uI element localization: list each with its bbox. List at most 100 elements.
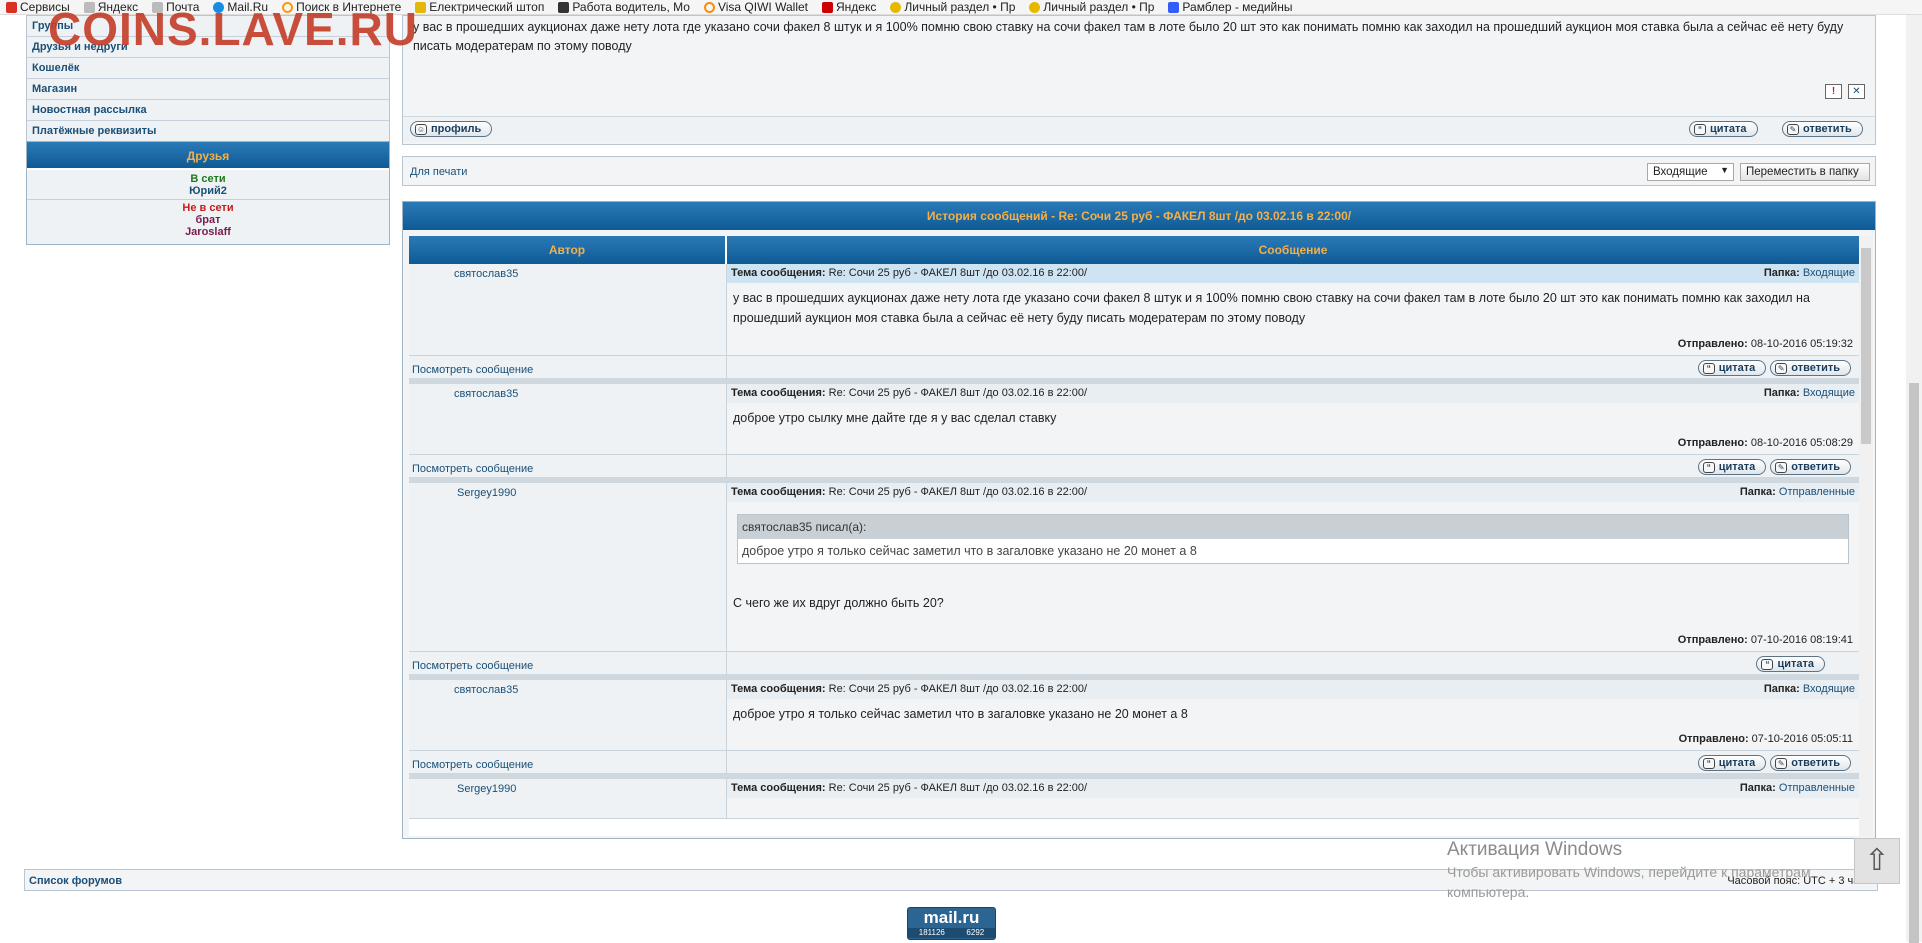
delete-icon[interactable]: ✕ bbox=[1848, 84, 1865, 99]
quote-button[interactable]: “цитата bbox=[1697, 360, 1767, 376]
windows-activation-notice: Активация Windows Чтобы активировать Win… bbox=[1447, 839, 1811, 900]
reply-button[interactable]: ✎ ответить bbox=[1770, 755, 1851, 771]
bookmark-personal-1[interactable]: Личный раздел • Пр bbox=[884, 0, 1023, 14]
history-footer-row: Посмотреть сообщение “цитата ✎ ответить bbox=[409, 455, 1859, 483]
bookmark-rambler[interactable]: Рамблер - медийны bbox=[1162, 0, 1300, 14]
message-text: у вас в прошедших аукционах даже нету ло… bbox=[733, 291, 1810, 325]
rambler-icon bbox=[1168, 1, 1180, 13]
sent-date: 08-10-2016 05:08:29 bbox=[1750, 437, 1853, 449]
message-text: доброе утро я только сейчас заметил что … bbox=[733, 707, 1188, 721]
column-author: Автор bbox=[409, 236, 727, 264]
bookmark-personal-2[interactable]: Личный раздел • Пр bbox=[1023, 0, 1162, 14]
view-message-link[interactable]: Посмотреть сообщение bbox=[409, 356, 727, 378]
arrow-up-icon: ⇧ bbox=[1864, 844, 1890, 877]
quote-button[interactable]: “цитата bbox=[1689, 121, 1758, 137]
apps-grid-icon bbox=[6, 1, 17, 13]
quote-author: святослав35 писал(а): bbox=[738, 515, 1848, 539]
message-subject: Re: Сочи 25 руб - ФАКЕЛ 8шт /до 03.02.16… bbox=[828, 782, 1088, 794]
history-row: Sergey1990 Тема сообщения: Re: Сочи 25 р… bbox=[409, 779, 1859, 819]
profile-button[interactable]: ☺ профиль bbox=[410, 121, 493, 137]
quote-icon: “ bbox=[1702, 757, 1715, 769]
quote-button[interactable]: “цитата bbox=[1697, 755, 1767, 771]
folder-link[interactable]: Отправленные bbox=[1779, 782, 1855, 794]
sent-date: 07-10-2016 08:19:41 bbox=[1750, 634, 1853, 646]
friend-offline[interactable]: брат bbox=[27, 214, 389, 226]
history-title: История сообщений - Re: Сочи 25 руб - ФА… bbox=[403, 202, 1875, 230]
forum-list-link[interactable]: Список форумов bbox=[29, 875, 122, 887]
view-message-link[interactable]: Посмотреть сообщение bbox=[409, 751, 727, 773]
menu-item-payment-details[interactable]: Платёжные реквизиты bbox=[27, 121, 389, 142]
friends-title: Друзья bbox=[27, 142, 389, 170]
reply-button[interactable]: ✎ ответить bbox=[1770, 459, 1851, 475]
history-scrollbar[interactable] bbox=[1859, 236, 1873, 836]
folder-link[interactable]: Отправленные bbox=[1779, 486, 1855, 498]
chevron-down-icon: ▼ bbox=[1720, 165, 1729, 175]
reply-button[interactable]: ✎ ответить bbox=[1770, 360, 1851, 376]
folder-link[interactable]: Входящие bbox=[1803, 683, 1855, 695]
bookmark-job[interactable]: Работа водитель, Мо bbox=[552, 0, 698, 14]
message-subject: Re: Сочи 25 руб - ФАКЕЛ 8шт /до 03.02.16… bbox=[828, 486, 1088, 498]
quote-icon: “ bbox=[1702, 362, 1715, 374]
offline-label: Не в сети bbox=[182, 202, 234, 214]
watermark: COINS.LAVE.RU bbox=[48, 3, 418, 55]
quote-button[interactable]: “цитата bbox=[1697, 459, 1767, 475]
online-label: В сети bbox=[190, 173, 226, 185]
history-footer-row: Посмотреть сообщение “цитата ✎ ответить bbox=[409, 356, 1859, 384]
history-row: святослав35 Тема сообщения: Re: Сочи 25 … bbox=[409, 384, 1859, 455]
bookmark-yandex-2[interactable]: Яндекс bbox=[816, 0, 884, 14]
bookmark-qiwi[interactable]: Visa QIWI Wallet bbox=[698, 0, 816, 14]
folder-link[interactable]: Входящие bbox=[1803, 387, 1855, 399]
mailru-counter[interactable]: mail.ru 181126 6292 bbox=[907, 907, 996, 940]
folder-select[interactable]: Входящие ▼ bbox=[1647, 163, 1734, 181]
reply-icon: ✎ bbox=[1787, 123, 1799, 135]
message-view: у вас в прошедших аукционах даже нету ло… bbox=[402, 15, 1876, 145]
view-message-link[interactable]: Посмотреть сообщение bbox=[409, 455, 727, 477]
author-name[interactable]: Sergey1990 bbox=[409, 779, 727, 818]
history-scroll-area[interactable]: Автор Сообщение святослав35 Тема сообщен… bbox=[409, 236, 1859, 836]
message-subject: Re: Сочи 25 руб - ФАКЕЛ 8шт /до 03.02.16… bbox=[828, 387, 1088, 399]
history-footer-row: Посмотреть сообщение “цитата bbox=[409, 652, 1859, 680]
reply-button[interactable]: ✎ ответить bbox=[1782, 121, 1863, 137]
page-scrollbar-thumb[interactable] bbox=[1909, 383, 1919, 943]
report-icon[interactable]: ! bbox=[1825, 84, 1842, 99]
page-scrollbar[interactable] bbox=[1906, 15, 1922, 943]
friend-offline[interactable]: Jaroslaff bbox=[27, 226, 389, 242]
friends-panel: Друзья В сети Юрий2 Не в сети брат Jaros… bbox=[26, 141, 390, 245]
qiwi-icon bbox=[703, 1, 715, 13]
print-toolbar: Для печати Входящие ▼ Переместить в папку bbox=[402, 156, 1876, 186]
menu-item-newsletter[interactable]: Новостная рассылка bbox=[27, 100, 389, 121]
sent-date: 07-10-2016 05:05:11 bbox=[1751, 733, 1853, 745]
counter-brand: mail.ru bbox=[923, 908, 980, 927]
message-text: С чего же их вдруг должно быть 20? bbox=[733, 596, 944, 610]
menu-item-wallet[interactable]: Кошелёк bbox=[27, 58, 389, 79]
quote-icon: “ bbox=[1761, 658, 1774, 670]
history-row: Sergey1990 Тема сообщения: Re: Сочи 25 р… bbox=[409, 483, 1859, 652]
menu-item-shop[interactable]: Магазин bbox=[27, 79, 389, 100]
message-history: История сообщений - Re: Сочи 25 руб - ФА… bbox=[402, 201, 1876, 839]
counter-hits: 181126 bbox=[918, 928, 945, 937]
scroll-to-top-button[interactable]: ⇧ bbox=[1854, 838, 1900, 884]
quote-icon: “ bbox=[1702, 461, 1715, 473]
author-name[interactable]: святослав35 bbox=[409, 264, 727, 355]
message-text: доброе утро сылку мне дайте где я у вас … bbox=[733, 411, 1057, 425]
profile-icon: ☺ bbox=[415, 123, 427, 135]
scrollbar-thumb[interactable] bbox=[1861, 248, 1871, 444]
smiley-icon bbox=[1029, 1, 1041, 13]
author-name[interactable]: святослав35 bbox=[409, 680, 727, 750]
folder-link[interactable]: Входящие bbox=[1803, 267, 1855, 279]
author-name[interactable]: святослав35 bbox=[409, 384, 727, 454]
column-message: Сообщение bbox=[1258, 243, 1328, 257]
bookmark-electric[interactable]: Електрический штоп bbox=[409, 0, 552, 14]
move-to-folder-button[interactable]: Переместить в папку bbox=[1740, 163, 1870, 181]
reply-icon: ✎ bbox=[1775, 362, 1788, 374]
quote-text: доброе утро я только сейчас заметил что … bbox=[742, 544, 1197, 558]
smiley-icon bbox=[890, 1, 902, 13]
print-link[interactable]: Для печати bbox=[410, 166, 467, 178]
sent-date: 08-10-2016 05:19:32 bbox=[1750, 338, 1853, 350]
reply-icon: ✎ bbox=[1775, 461, 1788, 473]
author-name[interactable]: Sergey1990 bbox=[409, 483, 727, 651]
view-message-link[interactable]: Посмотреть сообщение bbox=[409, 652, 727, 674]
counter-hosts: 6292 bbox=[966, 928, 985, 937]
quote-button[interactable]: “цитата bbox=[1756, 656, 1825, 672]
friend-online[interactable]: Юрий2 bbox=[27, 185, 389, 197]
